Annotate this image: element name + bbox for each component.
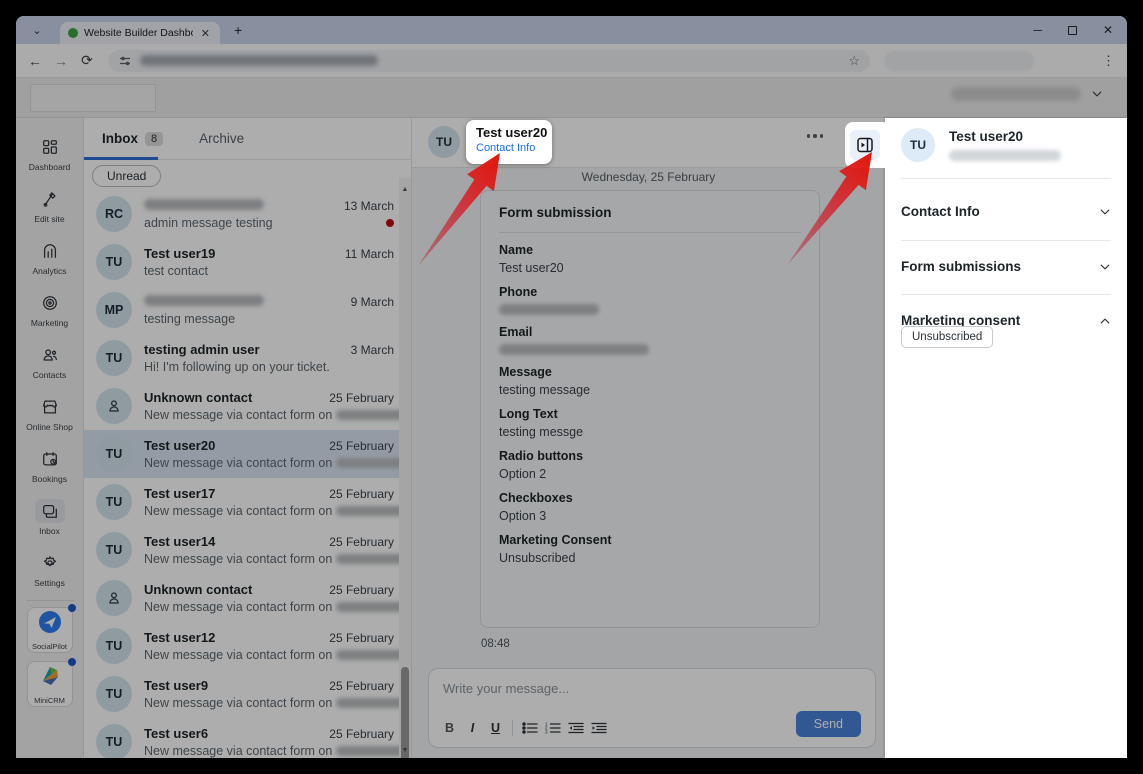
- contact-info-panel: TU Test user20 Contact Info Form submiss…: [885, 118, 1127, 758]
- redacted-email: [949, 150, 1061, 161]
- open-side-panel-button[interactable]: [850, 130, 880, 160]
- contact-info-link[interactable]: Contact Info: [476, 142, 552, 154]
- screenshot-frame: ⌄ Website Builder Dashboard ✕ + ─ ✕ ← → …: [0, 0, 1143, 774]
- side-panel-icon: [856, 136, 874, 154]
- browser-window: ⌄ Website Builder Dashboard ✕ + ─ ✕ ← → …: [16, 16, 1127, 758]
- conversation-contact-callout: Test user20 Contact Info: [466, 120, 552, 164]
- avatar: TU: [901, 128, 935, 162]
- contact-name: Test user20: [949, 129, 1061, 144]
- contact-panel-toggle-highlight: [845, 122, 885, 168]
- section-form-submissions[interactable]: Form submissions: [901, 259, 1111, 274]
- contact-name: Test user20: [476, 125, 552, 140]
- chevron-down-icon: [1099, 206, 1111, 218]
- chevron-up-icon: [1099, 315, 1111, 327]
- section-label: Form submissions: [901, 259, 1021, 274]
- section-contact-info[interactable]: Contact Info: [901, 204, 1111, 219]
- section-label: Contact Info: [901, 204, 980, 219]
- chevron-down-icon: [1099, 261, 1111, 273]
- consent-status-badge: Unsubscribed: [901, 326, 993, 348]
